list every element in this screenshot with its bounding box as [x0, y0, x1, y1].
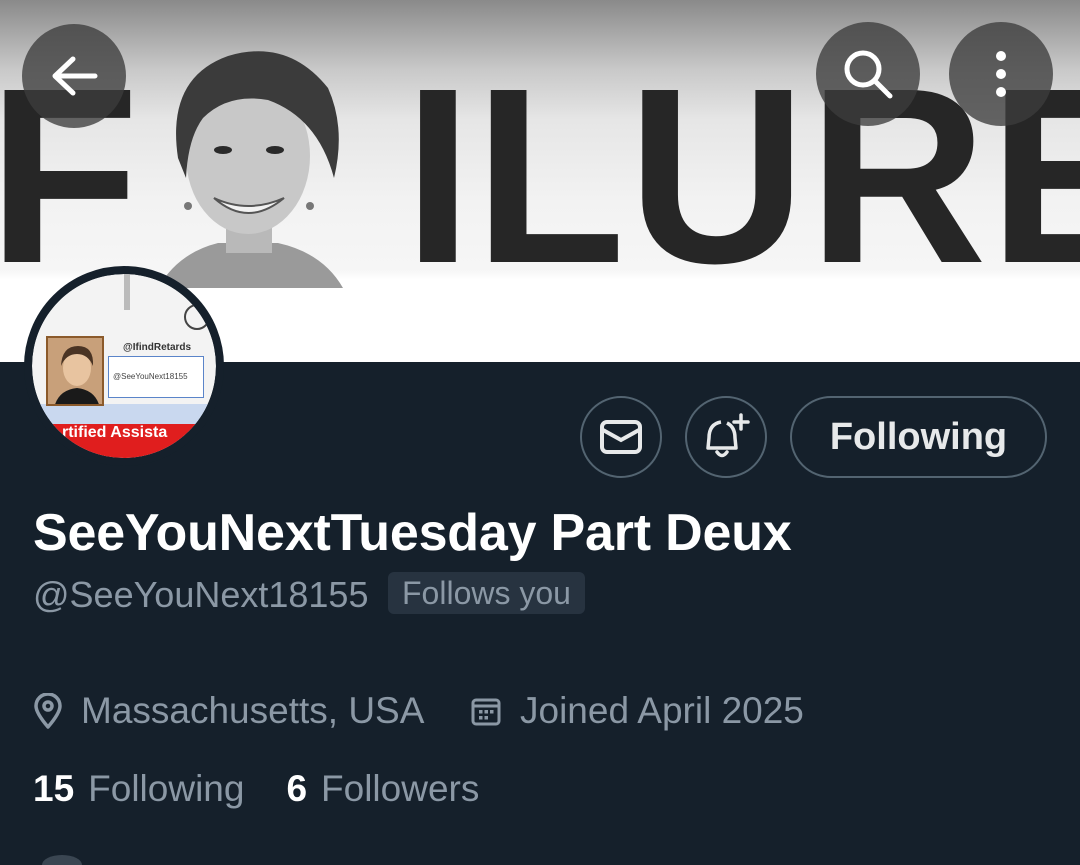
- followers-count: 6: [286, 768, 308, 809]
- join-date: Joined April 2025: [470, 688, 804, 734]
- avatar-card-text: @SeeYouNext18155: [113, 372, 188, 381]
- notifications-button[interactable]: [685, 396, 767, 478]
- user-handle: @SeeYouNext18155: [33, 574, 369, 615]
- profile-avatar[interactable]: @IfindRetards @SeeYouNext18155 rtified A…: [24, 266, 224, 466]
- arrow-left-icon: [52, 56, 98, 96]
- mutual-followers-avatar: [42, 855, 82, 865]
- following-button[interactable]: Following: [790, 396, 1047, 478]
- avatar-blue-strip: [32, 404, 216, 424]
- location-text: Massachusetts, USA: [81, 690, 425, 731]
- avatar-red-text: rtified Assista: [62, 424, 168, 441]
- search-icon: [844, 50, 893, 99]
- back-button[interactable]: [22, 24, 126, 128]
- profile-screen: FILURE: [0, 0, 1080, 865]
- avatar-id-photo: [46, 336, 104, 406]
- avatar-id-card: @SeeYouNext18155: [108, 356, 204, 398]
- following-stat[interactable]: 15 Following: [33, 768, 244, 810]
- search-button[interactable]: [816, 22, 920, 126]
- banner-portrait: [158, 51, 343, 288]
- avatar-handle-text: @IfindRetards: [123, 342, 192, 353]
- more-vertical-icon: [996, 51, 1006, 97]
- follow-stats: 15 Following 6 Followers: [33, 768, 479, 810]
- avatar-pen-graphic: [124, 274, 130, 310]
- follows-you-badge: Follows you: [388, 572, 585, 614]
- location: Massachusetts, USA: [33, 688, 424, 734]
- calendar-icon: [471, 698, 501, 726]
- following-count: 15: [33, 768, 75, 809]
- envelope-icon: [600, 420, 642, 454]
- display-name: SeeYouNextTuesday Part Deux: [33, 504, 792, 562]
- location-pin-icon: [34, 693, 62, 729]
- bell-plus-icon: [706, 413, 750, 458]
- avatar-image: @IfindRetards @SeeYouNext18155 rtified A…: [32, 274, 216, 458]
- avatar-seal-graphic: [184, 304, 210, 330]
- followers-stat[interactable]: 6 Followers: [286, 768, 479, 810]
- more-options-button[interactable]: [949, 22, 1053, 126]
- followers-label: Followers: [321, 768, 480, 809]
- join-date-text: Joined April 2025: [520, 690, 804, 731]
- following-label: Following: [88, 768, 245, 809]
- message-button[interactable]: [580, 396, 662, 478]
